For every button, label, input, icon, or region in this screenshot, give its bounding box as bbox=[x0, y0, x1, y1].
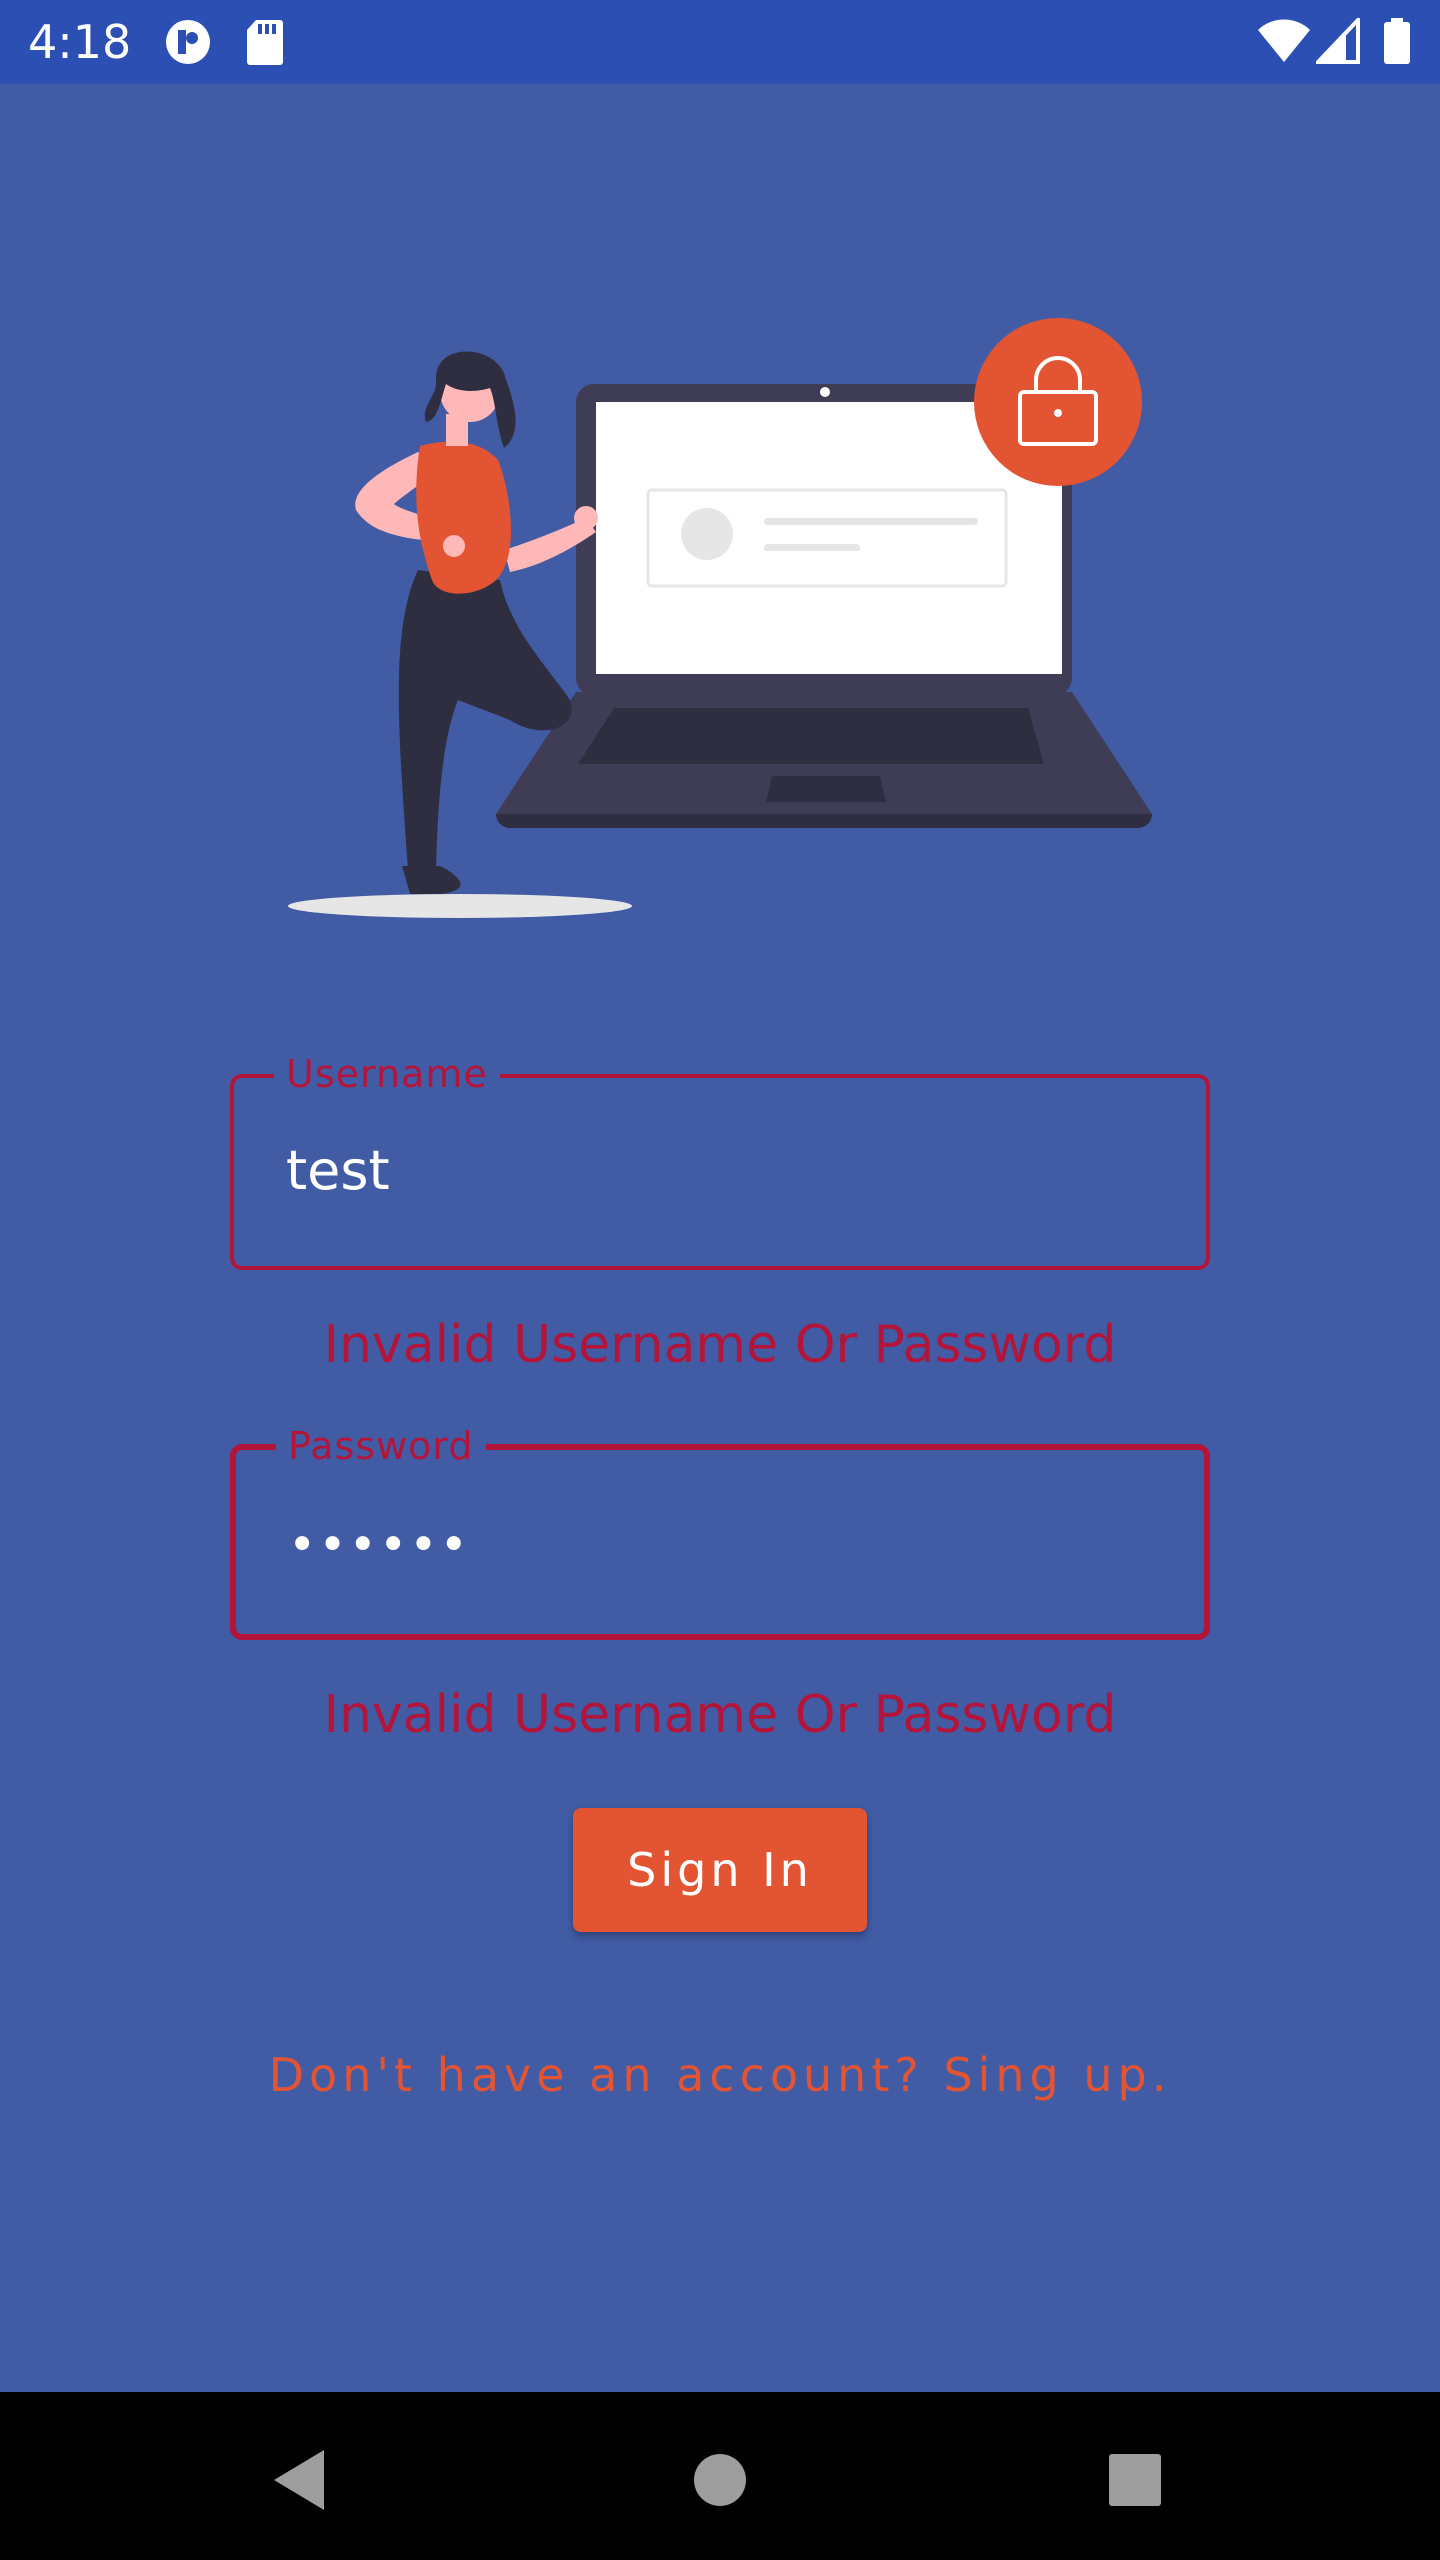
recents-icon[interactable] bbox=[1085, 2430, 1185, 2530]
password-value: •••••• bbox=[288, 1517, 470, 1573]
sd-card-icon bbox=[246, 18, 284, 70]
sign-up-link[interactable]: Don't have an account? Sing up. bbox=[0, 2040, 1440, 2110]
app-notification-icon bbox=[162, 18, 214, 70]
wifi-icon bbox=[1256, 18, 1312, 68]
back-icon[interactable] bbox=[250, 2430, 350, 2530]
username-field[interactable]: Username test bbox=[230, 1052, 1210, 1270]
username-value: test bbox=[286, 1139, 390, 1202]
password-error: Invalid Username Or Password bbox=[323, 1685, 1117, 1745]
cell-signal-icon bbox=[1313, 15, 1360, 68]
navigation-bar bbox=[0, 2392, 1440, 2560]
login-illustration bbox=[270, 310, 1180, 930]
status-bar: 4:18 bbox=[0, 0, 1440, 84]
home-icon[interactable] bbox=[670, 2430, 770, 2530]
password-label: Password bbox=[276, 1424, 486, 1468]
sign-in-button[interactable]: Sign In bbox=[573, 1808, 867, 1932]
username-label: Username bbox=[274, 1052, 500, 1096]
password-field[interactable]: Password •••••• bbox=[230, 1424, 1210, 1640]
battery-icon bbox=[1382, 18, 1412, 68]
status-time: 4:18 bbox=[28, 15, 132, 69]
username-error: Invalid Username Or Password bbox=[323, 1315, 1117, 1375]
